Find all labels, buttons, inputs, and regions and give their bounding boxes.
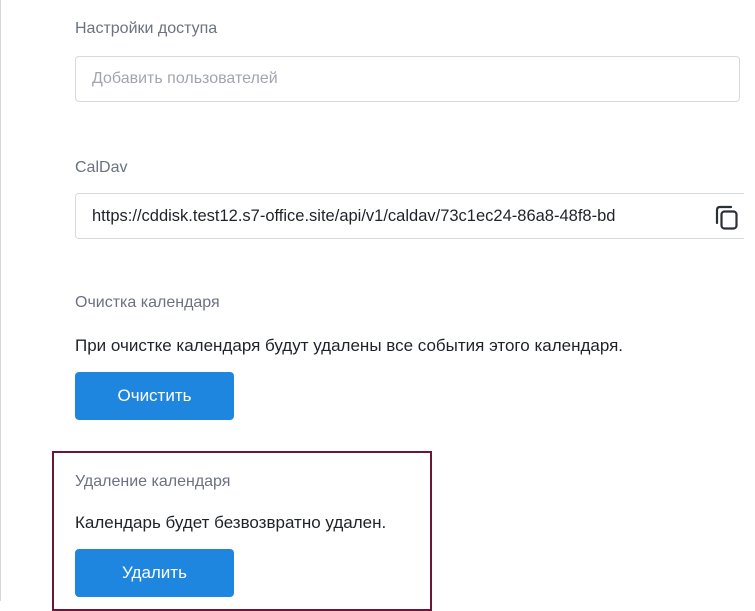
panel-left-border <box>0 0 1 601</box>
delete-calendar-button[interactable]: Удалить <box>75 549 234 597</box>
clear-calendar-button[interactable]: Очистить <box>75 372 234 420</box>
access-settings-label: Настройки доступа <box>75 20 218 37</box>
caldav-label: CalDav <box>75 159 128 176</box>
copy-icon[interactable] <box>712 204 740 230</box>
caldav-url-text: https://cddisk.test12.s7-office.site/api… <box>92 206 616 225</box>
clear-calendar-label: Очистка календаря <box>75 294 220 311</box>
delete-calendar-label: Удаление календаря <box>75 473 231 490</box>
caldav-url-field[interactable]: https://cddisk.test12.s7-office.site/api… <box>75 193 744 239</box>
add-users-input[interactable]: Добавить пользователей <box>75 56 740 102</box>
add-users-placeholder: Добавить пользователей <box>92 70 278 87</box>
clear-calendar-description: При очистке календаря будут удалены все … <box>75 336 624 355</box>
delete-calendar-description: Календарь будет безвозвратно удален. <box>75 513 387 532</box>
